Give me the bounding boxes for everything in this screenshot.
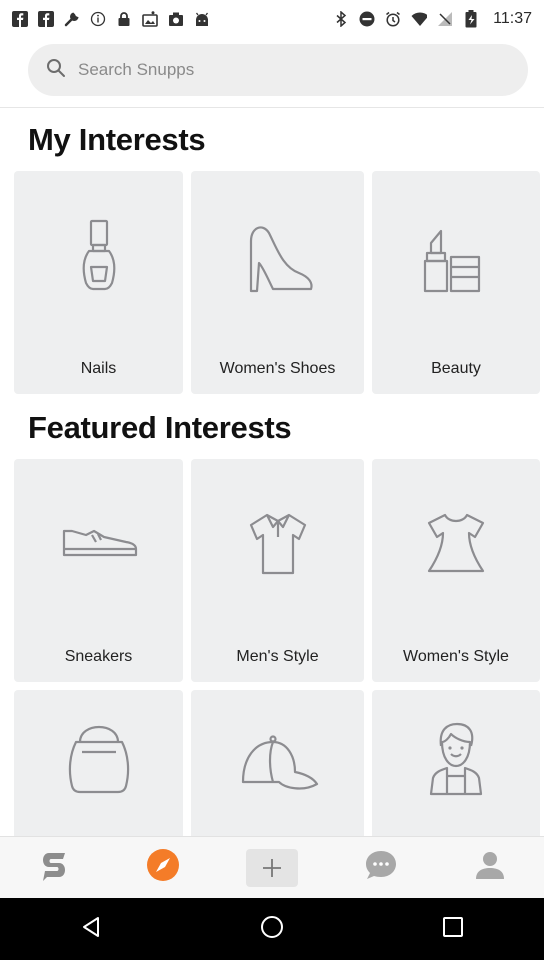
nav-explore[interactable] xyxy=(133,843,193,893)
search-icon xyxy=(46,58,66,83)
search-input[interactable] xyxy=(76,59,500,81)
no-signal-icon xyxy=(437,11,453,27)
handbag-icon xyxy=(14,712,183,802)
recents-icon xyxy=(442,916,464,943)
interest-tile-people[interactable] xyxy=(372,690,540,850)
interest-tile-nails[interactable]: Nails xyxy=(14,171,183,394)
photo-icon xyxy=(142,11,158,27)
camera-icon xyxy=(168,11,184,27)
interest-label: Women's Style xyxy=(403,648,509,665)
interest-tile-mens-style[interactable]: Men's Style xyxy=(191,459,364,682)
system-back-button[interactable] xyxy=(61,904,121,954)
interest-tile-womens-style[interactable]: Women's Style xyxy=(372,459,540,682)
home-icon xyxy=(259,914,285,945)
nav-add[interactable] xyxy=(242,843,302,893)
section-title-featured-interests: Featured Interests xyxy=(28,410,292,445)
alarm-icon xyxy=(385,11,401,27)
wifi-icon xyxy=(411,11,428,27)
interest-label: Nails xyxy=(80,360,117,377)
header-divider xyxy=(0,107,544,108)
search-bar[interactable] xyxy=(28,44,528,96)
nav-profile[interactable] xyxy=(460,843,520,893)
system-nav-bar xyxy=(0,898,544,960)
dress-icon xyxy=(372,499,540,589)
lipstick-icon xyxy=(372,211,540,301)
info-icon xyxy=(90,11,106,27)
interest-label: Men's Style xyxy=(236,648,319,665)
section-title-my-interests: My Interests xyxy=(28,122,206,157)
interest-tile-handbags[interactable] xyxy=(14,690,183,850)
do-not-disturb-icon xyxy=(359,11,375,27)
interest-label: Beauty xyxy=(431,360,481,377)
interest-label: Women's Shoes xyxy=(219,360,336,377)
cap-icon xyxy=(191,712,364,802)
explore-compass-icon xyxy=(146,848,180,887)
system-recents-button[interactable] xyxy=(423,904,483,954)
polo-shirt-icon xyxy=(191,499,364,589)
chat-icon xyxy=(364,849,398,886)
bottom-nav xyxy=(0,836,544,898)
sneaker-icon xyxy=(14,499,183,589)
profile-icon xyxy=(474,849,506,886)
back-icon xyxy=(79,915,103,944)
lock-icon xyxy=(116,11,132,27)
android-icon xyxy=(194,11,210,27)
interest-tile-beauty[interactable]: Beauty xyxy=(372,171,540,394)
status-bar: 11:37 xyxy=(0,0,544,38)
interest-tile-caps[interactable] xyxy=(191,690,364,850)
status-bar-left xyxy=(12,11,210,27)
interest-label: Sneakers xyxy=(64,648,133,665)
person-icon xyxy=(372,712,540,802)
wrench-icon xyxy=(64,11,80,27)
system-home-button[interactable] xyxy=(242,904,302,954)
bluetooth-icon xyxy=(333,11,349,27)
high-heel-icon xyxy=(191,211,364,301)
battery-icon xyxy=(463,10,479,28)
facebook-icon xyxy=(12,11,28,27)
add-icon xyxy=(262,858,281,877)
snupps-logo-icon xyxy=(39,849,69,886)
status-time: 11:37 xyxy=(493,10,532,27)
facebook-icon xyxy=(38,11,54,27)
nav-chat[interactable] xyxy=(351,843,411,893)
add-button[interactable] xyxy=(245,848,298,887)
status-bar-right: 11:37 xyxy=(333,10,532,28)
interest-tile-sneakers[interactable]: Sneakers xyxy=(14,459,183,682)
nail-polish-icon xyxy=(14,211,183,301)
interest-tile-womens-shoes[interactable]: Women's Shoes xyxy=(191,171,364,394)
nav-home[interactable] xyxy=(24,843,84,893)
